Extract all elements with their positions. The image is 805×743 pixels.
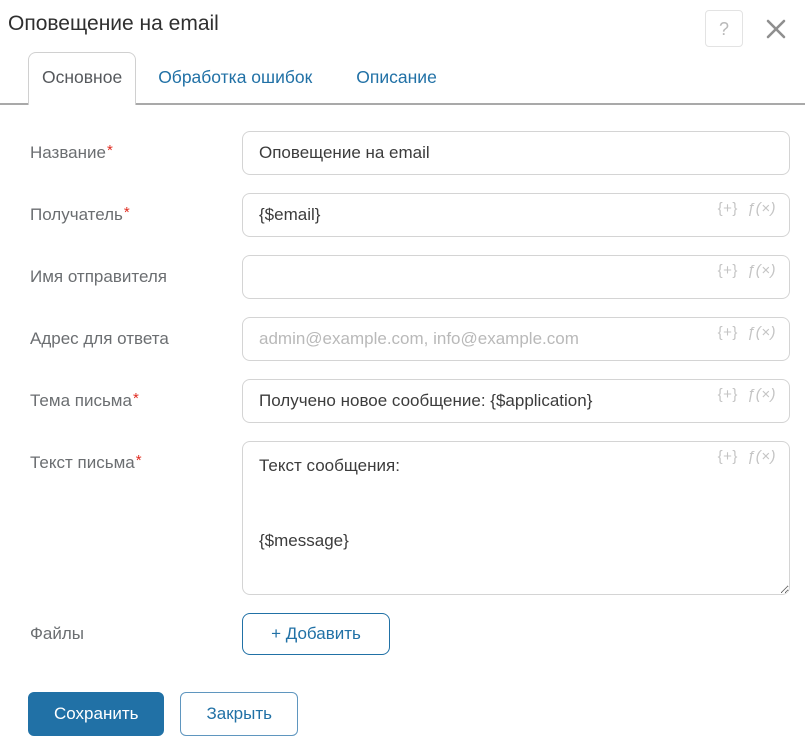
header-actions: ?: [705, 10, 791, 47]
tab-error-handling[interactable]: Обработка ошибок: [136, 53, 334, 103]
name-input[interactable]: [242, 131, 790, 175]
subject-input[interactable]: [242, 379, 790, 423]
subject-field-wrap: {+} ƒ(×): [242, 379, 790, 423]
label-text: Адрес для ответа: [30, 329, 169, 348]
help-button[interactable]: ?: [705, 10, 743, 47]
form-row-reply-address: Адрес для ответа {+} ƒ(×): [30, 317, 790, 361]
reply-address-input[interactable]: [242, 317, 790, 361]
insert-variable-icon[interactable]: {+}: [718, 325, 738, 340]
name-field-wrap: [242, 131, 790, 175]
dialog-footer: Сохранить Закрыть: [0, 673, 805, 736]
function-icon[interactable]: ƒ(×): [747, 325, 776, 340]
tab-main[interactable]: Основное: [28, 52, 136, 105]
email-notification-dialog: Оповещение на email ? Основное Обработка…: [0, 0, 805, 743]
body-textarea[interactable]: Текст сообщения: {$message}: [242, 441, 790, 595]
sender-name-input[interactable]: [242, 255, 790, 299]
required-asterisk: *: [136, 452, 142, 469]
reply-address-label: Адрес для ответа: [30, 317, 242, 361]
files-label: Файлы: [30, 613, 242, 655]
main-tab-form: Название* Получатель* {+} ƒ(×) Имя отпра…: [0, 105, 805, 655]
body-field-wrap: Текст сообщения: {$message} {+} ƒ(×): [242, 441, 790, 595]
form-row-recipient: Получатель* {+} ƒ(×): [30, 193, 790, 237]
form-row-subject: Тема письма* {+} ƒ(×): [30, 379, 790, 423]
files-field-wrap: + Добавить: [242, 613, 790, 655]
subject-label: Тема письма*: [30, 379, 242, 423]
recipient-label: Получатель*: [30, 193, 242, 237]
save-button[interactable]: Сохранить: [28, 692, 164, 736]
form-row-name: Название*: [30, 131, 790, 175]
function-icon[interactable]: ƒ(×): [747, 449, 776, 464]
sender-name-field-wrap: {+} ƒ(×): [242, 255, 790, 299]
variable-icons: {+} ƒ(×): [718, 449, 776, 464]
form-row-body: Текст письма* Текст сообщения: {$message…: [30, 441, 790, 595]
required-asterisk: *: [124, 204, 130, 221]
insert-variable-icon[interactable]: {+}: [718, 263, 738, 278]
dialog-header: Оповещение на email ?: [0, 0, 805, 47]
dialog-title: Оповещение на email: [8, 10, 219, 36]
close-button[interactable]: Закрыть: [180, 692, 297, 736]
required-asterisk: *: [133, 390, 139, 407]
function-icon[interactable]: ƒ(×): [747, 387, 776, 402]
label-text: Файлы: [30, 624, 84, 643]
add-file-button[interactable]: + Добавить: [242, 613, 390, 655]
sender-name-label: Имя отправителя: [30, 255, 242, 299]
insert-variable-icon[interactable]: {+}: [718, 449, 738, 464]
close-icon[interactable]: [761, 14, 791, 44]
variable-icons: {+} ƒ(×): [718, 387, 776, 402]
function-icon[interactable]: ƒ(×): [747, 263, 776, 278]
recipient-input[interactable]: [242, 193, 790, 237]
question-mark-icon: ?: [719, 20, 729, 38]
label-text: Тема письма: [30, 391, 132, 410]
tab-description[interactable]: Описание: [334, 53, 459, 103]
function-icon[interactable]: ƒ(×): [747, 201, 776, 216]
label-text: Получатель: [30, 205, 123, 224]
body-label: Текст письма*: [30, 441, 242, 595]
name-label: Название*: [30, 131, 242, 175]
tab-bar: Основное Обработка ошибок Описание: [0, 52, 805, 105]
variable-icons: {+} ƒ(×): [718, 325, 776, 340]
reply-address-field-wrap: {+} ƒ(×): [242, 317, 790, 361]
label-text: Текст письма: [30, 453, 135, 472]
insert-variable-icon[interactable]: {+}: [718, 201, 738, 216]
label-text: Название: [30, 143, 106, 162]
form-row-files: Файлы + Добавить: [30, 613, 790, 655]
label-text: Имя отправителя: [30, 267, 167, 286]
variable-icons: {+} ƒ(×): [718, 263, 776, 278]
recipient-field-wrap: {+} ƒ(×): [242, 193, 790, 237]
insert-variable-icon[interactable]: {+}: [718, 387, 738, 402]
form-row-sender-name: Имя отправителя {+} ƒ(×): [30, 255, 790, 299]
x-icon-glyph: [763, 16, 789, 42]
variable-icons: {+} ƒ(×): [718, 201, 776, 216]
required-asterisk: *: [107, 142, 113, 159]
